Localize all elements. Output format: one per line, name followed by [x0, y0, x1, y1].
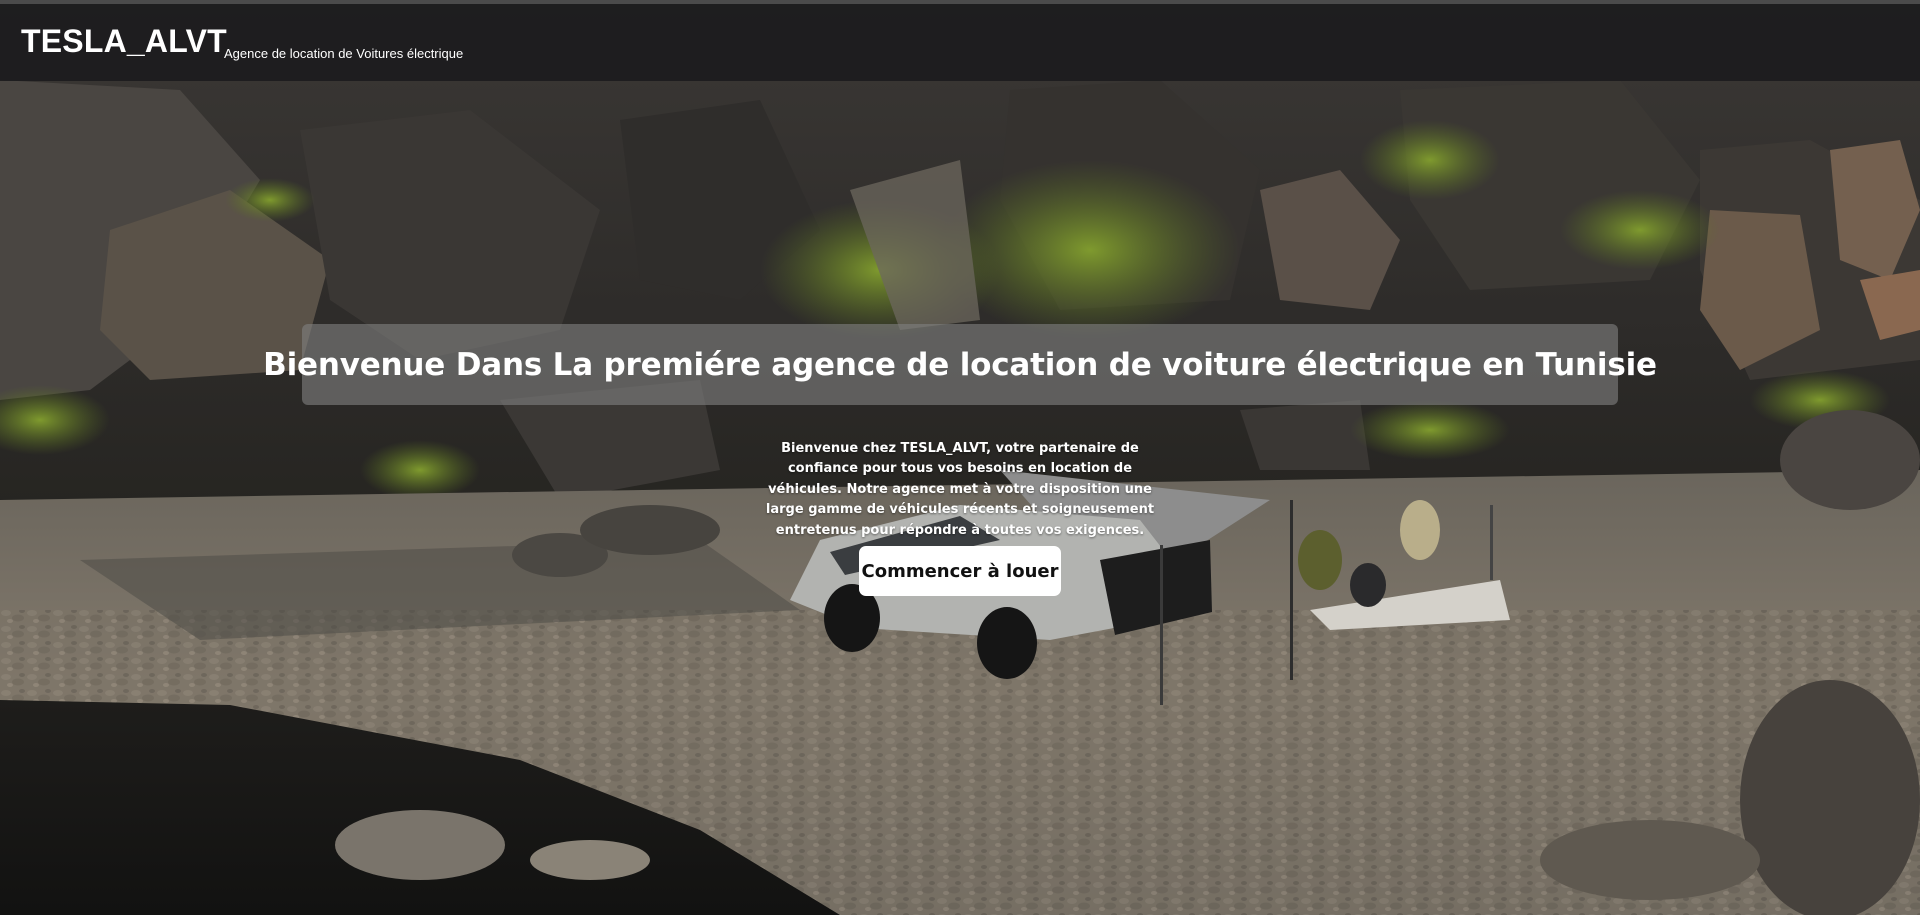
- hero-description: Bienvenue chez TESLA_ALVT, votre partena…: [765, 441, 1155, 538]
- hero-title-banner: Bienvenue Dans La premiére agence de loc…: [263, 324, 1657, 405]
- page: TESLA_ALVT Agence de location de Voiture…: [0, 0, 1920, 915]
- site-header: TESLA_ALVT Agence de location de Voiture…: [0, 4, 1920, 81]
- brand-tagline: Agence de location de Voitures électriqu…: [224, 46, 464, 61]
- brand-logo-link[interactable]: TESLA_ALVT: [21, 23, 227, 60]
- hero-title: Bienvenue Dans La premiére agence de loc…: [263, 346, 1657, 383]
- start-renting-button[interactable]: Commencer à louer: [859, 546, 1061, 596]
